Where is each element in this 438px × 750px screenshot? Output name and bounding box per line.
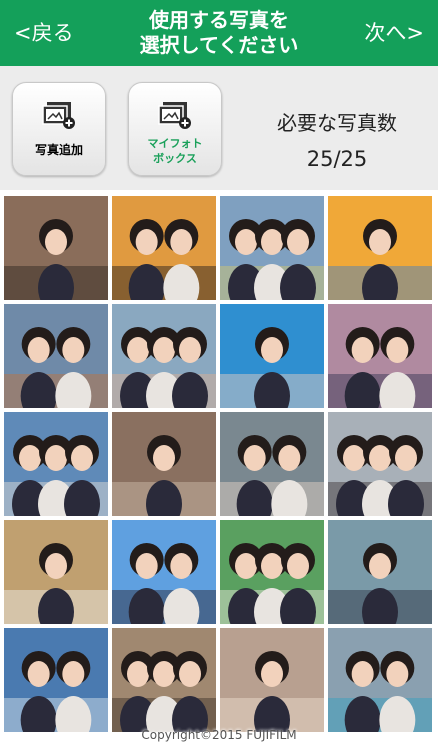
- photo-image: [328, 304, 432, 408]
- photo-thumbnail[interactable]: [4, 628, 108, 732]
- photo-box-icon: [158, 102, 191, 129]
- copyright-text: Copyright©2015 FUJIFILM: [141, 728, 297, 742]
- my-photo-box-button[interactable]: マイフォト ボックス: [128, 82, 222, 176]
- photo-thumbnail[interactable]: [328, 628, 432, 732]
- photo-image: [328, 196, 432, 300]
- photo-image: [4, 628, 108, 732]
- photo-image: [112, 304, 216, 408]
- photo-thumbnail[interactable]: [220, 196, 324, 300]
- photo-image: [4, 304, 108, 408]
- next-button[interactable]: 次へ>: [364, 18, 424, 48]
- photo-thumbnail[interactable]: [112, 196, 216, 300]
- photo-image: [112, 412, 216, 516]
- photo-thumbnail[interactable]: [4, 520, 108, 624]
- photo-image: [112, 196, 216, 300]
- photo-image: [4, 412, 108, 516]
- photo-thumbnail[interactable]: [112, 628, 216, 732]
- photo-thumbnail[interactable]: [220, 628, 324, 732]
- page-title-line1: 使用する写真を: [149, 8, 289, 32]
- my-photo-box-label-line2: ボックス: [153, 152, 197, 165]
- photo-image: [4, 520, 108, 624]
- photo-image: [112, 520, 216, 624]
- photo-image: [328, 412, 432, 516]
- photo-image: [220, 412, 324, 516]
- photo-thumbnail[interactable]: [112, 412, 216, 516]
- photo-thumbnail[interactable]: [220, 520, 324, 624]
- photo-thumbnail[interactable]: [112, 304, 216, 408]
- page-title-line2: 選択してください: [139, 33, 299, 57]
- my-photo-box-label-line1: マイフォト: [147, 137, 203, 150]
- photo-thumbnail[interactable]: [4, 412, 108, 516]
- photo-grid: [0, 190, 438, 750]
- add-photo-button[interactable]: 写真追加: [12, 82, 106, 176]
- photo-image: [4, 196, 108, 300]
- required-photo-count-label: 必要な写真数: [277, 111, 397, 135]
- photo-thumbnail[interactable]: [328, 520, 432, 624]
- photo-image: [220, 196, 324, 300]
- header-bar: <戻る 使用する写真を 選択してください 次へ>: [0, 0, 438, 66]
- photo-image: [220, 520, 324, 624]
- required-photo-count-value: 25/25: [306, 147, 368, 171]
- photo-image: [328, 520, 432, 624]
- photo-thumbnail[interactable]: [328, 196, 432, 300]
- photo-thumbnail[interactable]: [328, 412, 432, 516]
- photo-thumbnail[interactable]: [220, 304, 324, 408]
- photo-image: [220, 628, 324, 732]
- photo-image: [328, 628, 432, 732]
- add-photo-icon: [42, 102, 75, 129]
- photo-image: [112, 628, 216, 732]
- photo-thumbnail[interactable]: [112, 520, 216, 624]
- photo-thumbnail[interactable]: [328, 304, 432, 408]
- page-title: 使用する写真を 選択してください: [110, 8, 328, 58]
- photo-thumbnail[interactable]: [4, 304, 108, 408]
- back-button[interactable]: <戻る: [14, 18, 74, 48]
- photo-thumbnail[interactable]: [220, 412, 324, 516]
- photo-thumbnail[interactable]: [4, 196, 108, 300]
- photo-image: [220, 304, 324, 408]
- add-photo-label: 写真追加: [34, 143, 83, 157]
- my-photo-box-label: マイフォト ボックス: [129, 136, 221, 166]
- toolbar: 写真追加 マイフォト ボックス 必要な写真数 25/25: [0, 66, 438, 190]
